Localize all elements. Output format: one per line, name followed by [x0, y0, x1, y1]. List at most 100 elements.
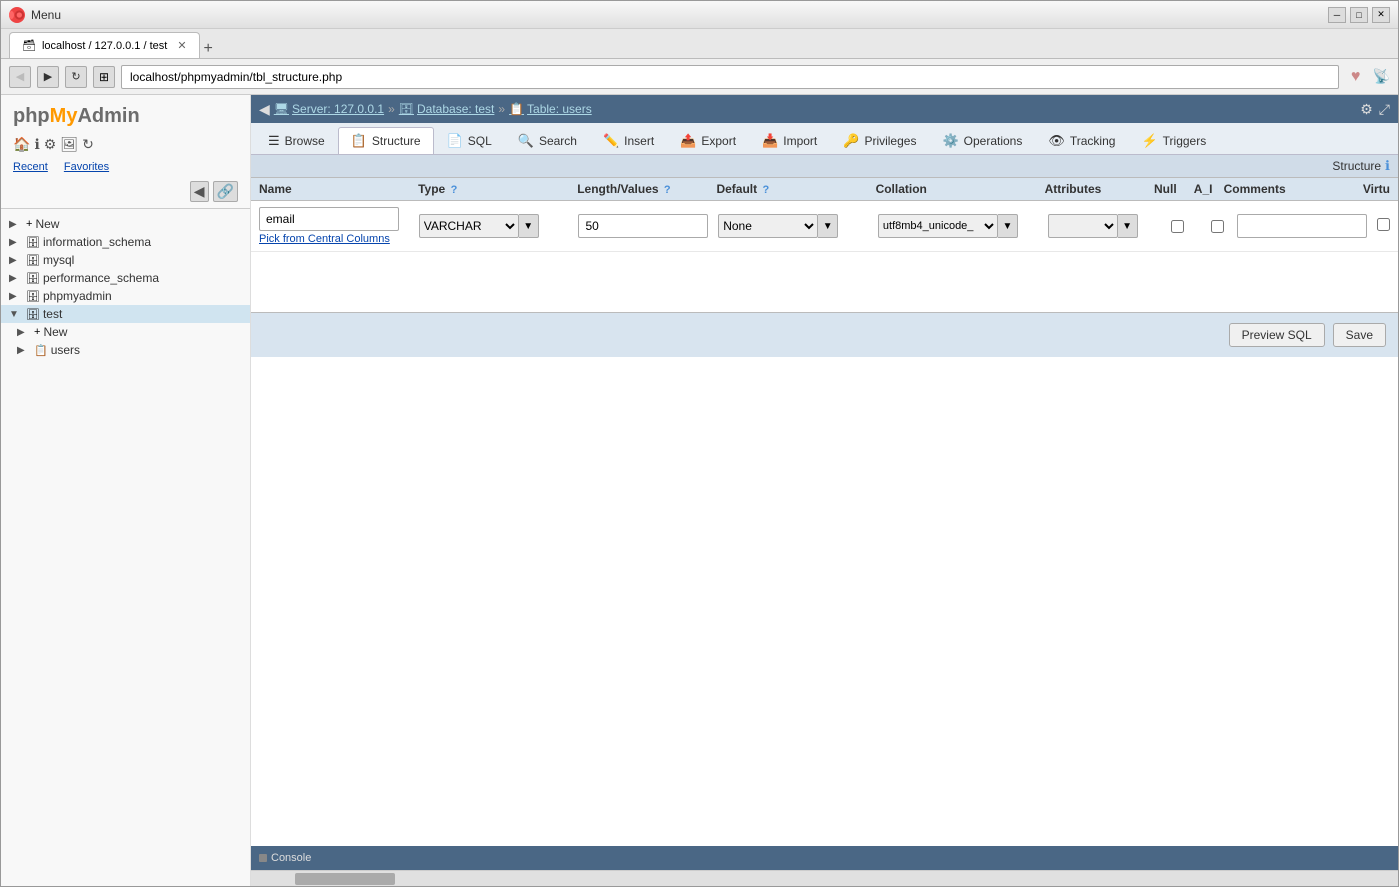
- reload-icon[interactable]: ↻: [82, 136, 94, 153]
- tree-label: users: [51, 343, 80, 357]
- breadcrumb-server[interactable]: 🖥 Server: 127.0.0.1: [274, 102, 384, 116]
- tab-label: SQL: [468, 134, 492, 148]
- collation-select-arrow[interactable]: ▼: [998, 214, 1018, 238]
- heart-icon: ♥: [1351, 68, 1361, 86]
- db-icon: 🗄: [26, 308, 40, 321]
- tree-item-mysql[interactable]: ▶ 🗄 mysql: [1, 251, 250, 269]
- scrollbar-area[interactable]: [251, 870, 1398, 886]
- scrollbar-thumb[interactable]: [295, 873, 395, 885]
- main-panel: ◀ 🖥 Server: 127.0.0.1 » 🗄 Database: test…: [251, 95, 1398, 886]
- tab-structure[interactable]: 📋 Structure: [338, 127, 434, 154]
- tab-browse[interactable]: ☰ Browse: [255, 127, 338, 154]
- info-icon[interactable]: ℹ: [34, 136, 39, 153]
- tree-item-performance-schema[interactable]: ▶ 🗄 performance_schema: [1, 269, 250, 287]
- new-icon: +: [34, 326, 40, 338]
- favorites-link[interactable]: Favorites: [64, 161, 109, 173]
- back-button[interactable]: ◀: [9, 66, 31, 88]
- preview-sql-button[interactable]: Preview SQL: [1229, 323, 1325, 347]
- tab-label: Tracking: [1070, 134, 1116, 148]
- tab-triggers[interactable]: ⚡ Triggers: [1128, 127, 1219, 154]
- null-checkbox[interactable]: [1171, 220, 1184, 233]
- col-header-attributes: Attributes: [1045, 182, 1154, 196]
- structure-info-icon[interactable]: ℹ: [1385, 158, 1390, 174]
- console-bar[interactable]: Console: [251, 846, 1398, 870]
- collation-select[interactable]: utf8mb4_unicode_ utf8_general_ci: [878, 214, 998, 238]
- form-footer: Preview SQL Save: [251, 312, 1398, 357]
- attr-select-arrow[interactable]: ▼: [1118, 214, 1138, 238]
- breadcrumb: ◀ 🖥 Server: 127.0.0.1 » 🗄 Database: test…: [259, 101, 592, 118]
- tab-sql[interactable]: 📄 SQL: [434, 127, 505, 154]
- breadcrumb-database[interactable]: 🗄 Database: test: [399, 102, 495, 116]
- save-button[interactable]: Save: [1333, 323, 1386, 347]
- attributes-select[interactable]: UNSIGNED ZEROFILL: [1048, 214, 1118, 238]
- virtual-checkbox[interactable]: [1377, 218, 1390, 231]
- tree-item-new-root[interactable]: ▶ + New: [1, 215, 250, 233]
- breadcrumb-sep-2: »: [498, 102, 505, 116]
- type-column: VARCHAR INT TEXT BIGINT ▼: [419, 214, 579, 238]
- expand-icon: ▼: [9, 309, 23, 320]
- collapse-sidebar-button[interactable]: ◀: [190, 181, 209, 202]
- insert-icon: ✏️: [603, 133, 619, 149]
- col-header-collation: Collation: [876, 182, 1045, 196]
- empty-content: [251, 252, 1398, 312]
- tab-operations[interactable]: ⚙️ Operations: [929, 127, 1035, 154]
- breadcrumb-table[interactable]: 📋 Table: users: [509, 102, 592, 116]
- console-toggle[interactable]: Console: [259, 852, 311, 864]
- console-label-text: Console: [271, 852, 311, 864]
- minimize-button[interactable]: ─: [1328, 7, 1346, 23]
- horizontal-scrollbar[interactable]: [255, 873, 1394, 885]
- length-input[interactable]: [578, 214, 708, 238]
- central-columns-link[interactable]: Pick from Central Columns: [259, 233, 419, 245]
- tab-close-button[interactable]: ✕: [177, 39, 186, 52]
- ai-column: [1197, 220, 1237, 233]
- tab-insert[interactable]: ✏️ Insert: [590, 127, 667, 154]
- new-icon: +: [26, 218, 32, 230]
- col-header-comments: Comments: [1224, 182, 1363, 196]
- tab-import[interactable]: 📥 Import: [749, 127, 830, 154]
- home-icon[interactable]: 🏠: [13, 136, 30, 153]
- recent-link[interactable]: Recent: [13, 161, 48, 173]
- default-select-arrow[interactable]: ▼: [818, 214, 838, 238]
- settings-icon[interactable]: ⚙: [44, 136, 57, 153]
- maximize-button[interactable]: □: [1350, 7, 1368, 23]
- tab-navigation: ☰ Browse 📋 Structure 📄 SQL 🔍 Search ✏️: [251, 123, 1398, 155]
- tab-tracking[interactable]: 👁 Tracking: [1035, 127, 1128, 154]
- panel-back-button[interactable]: ◀: [259, 101, 270, 118]
- panel-fullscreen-button[interactable]: ⤢: [1379, 101, 1390, 118]
- tree-item-test[interactable]: ▼ 🗄 test: [1, 305, 250, 323]
- type-select-arrow[interactable]: ▼: [519, 214, 539, 238]
- col-header-type: Type ?: [418, 182, 577, 196]
- default-help-icon[interactable]: ?: [762, 184, 769, 196]
- title-text: Menu: [31, 8, 1328, 22]
- tree-item-users[interactable]: ▶ 📋 users: [1, 341, 250, 359]
- browser-tab-active[interactable]: 🗃 localhost / 127.0.0.1 / test ✕: [9, 32, 200, 58]
- default-select[interactable]: None NULL CURRENT_TIMESTAMP: [718, 214, 818, 238]
- close-button[interactable]: ✕: [1372, 7, 1390, 23]
- ai-checkbox[interactable]: [1211, 220, 1224, 233]
- apps-button[interactable]: ⊞: [93, 66, 115, 88]
- tree-item-information-schema[interactable]: ▶ 🗄 information_schema: [1, 233, 250, 251]
- reload-button[interactable]: ↻: [65, 66, 87, 88]
- address-bar: ◀ ▶ ↻ ⊞ ♥ 📡: [1, 59, 1398, 95]
- comments-input[interactable]: [1237, 214, 1367, 238]
- bookmark-button[interactable]: ♥: [1345, 66, 1367, 88]
- field-name-input[interactable]: [259, 207, 399, 231]
- panel-settings-button[interactable]: ⚙: [1360, 101, 1373, 118]
- tab-privileges[interactable]: 🔑 Privileges: [830, 127, 929, 154]
- tab-search[interactable]: 🔍 Search: [505, 127, 590, 154]
- address-input[interactable]: [121, 65, 1339, 89]
- type-select[interactable]: VARCHAR INT TEXT BIGINT: [419, 214, 519, 238]
- tab-export[interactable]: 📤 Export: [667, 127, 749, 154]
- logo-my: My: [50, 105, 78, 127]
- theme-icon[interactable]: 🖼: [60, 136, 78, 153]
- table-header: Name Type ? Length/Values ? Default ? Co…: [251, 178, 1398, 201]
- forward-button[interactable]: ▶: [37, 66, 59, 88]
- cast-button[interactable]: 📡: [1373, 68, 1390, 85]
- tree-label: phpmyadmin: [43, 289, 112, 303]
- tree-item-new-test[interactable]: ▶ + New: [1, 323, 250, 341]
- tree-item-phpmyadmin[interactable]: ▶ 🗄 phpmyadmin: [1, 287, 250, 305]
- length-help-icon[interactable]: ?: [664, 184, 671, 196]
- new-tab-button[interactable]: +: [204, 40, 213, 58]
- type-help-icon[interactable]: ?: [451, 184, 458, 196]
- link-sidebar-button[interactable]: 🔗: [213, 181, 238, 202]
